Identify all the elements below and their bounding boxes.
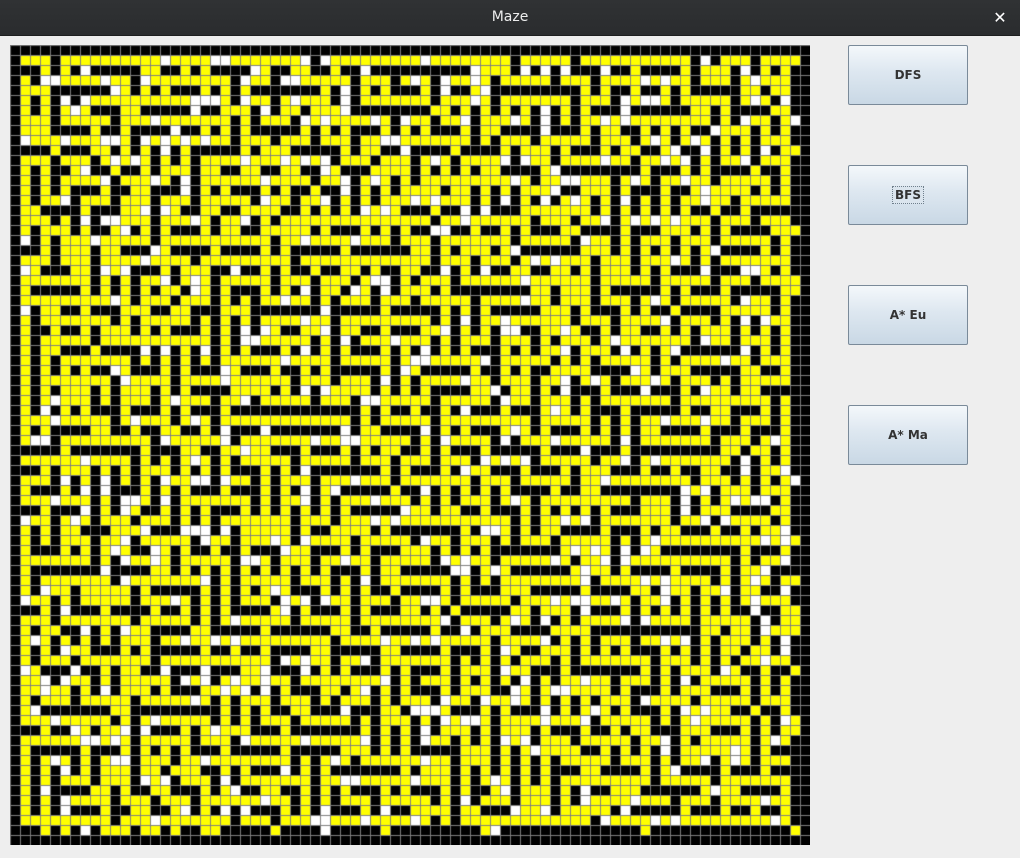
astar-euclidean-button-label: A* Eu [889,308,927,322]
dfs-button[interactable]: DFS [848,45,968,105]
astar-euclidean-button[interactable]: A* Eu [848,285,968,345]
astar-manhattan-button-label: A* Ma [888,428,928,442]
title-bar[interactable]: Maze ✕ [0,0,1020,36]
bfs-button-label: BFS [892,186,924,204]
astar-manhattan-button[interactable]: A* Ma [848,405,968,465]
maze-canvas[interactable] [10,45,810,845]
app-window: Maze ✕ DFS BFS A* Eu A* Ma [0,0,1020,858]
dfs-button-label: DFS [894,68,922,82]
content-area: DFS BFS A* Eu A* Ma [0,36,1020,858]
maze-grid[interactable] [10,45,810,845]
window-title: Maze [491,9,529,25]
close-icon[interactable]: ✕ [986,4,1014,32]
bfs-button[interactable]: BFS [848,165,968,225]
